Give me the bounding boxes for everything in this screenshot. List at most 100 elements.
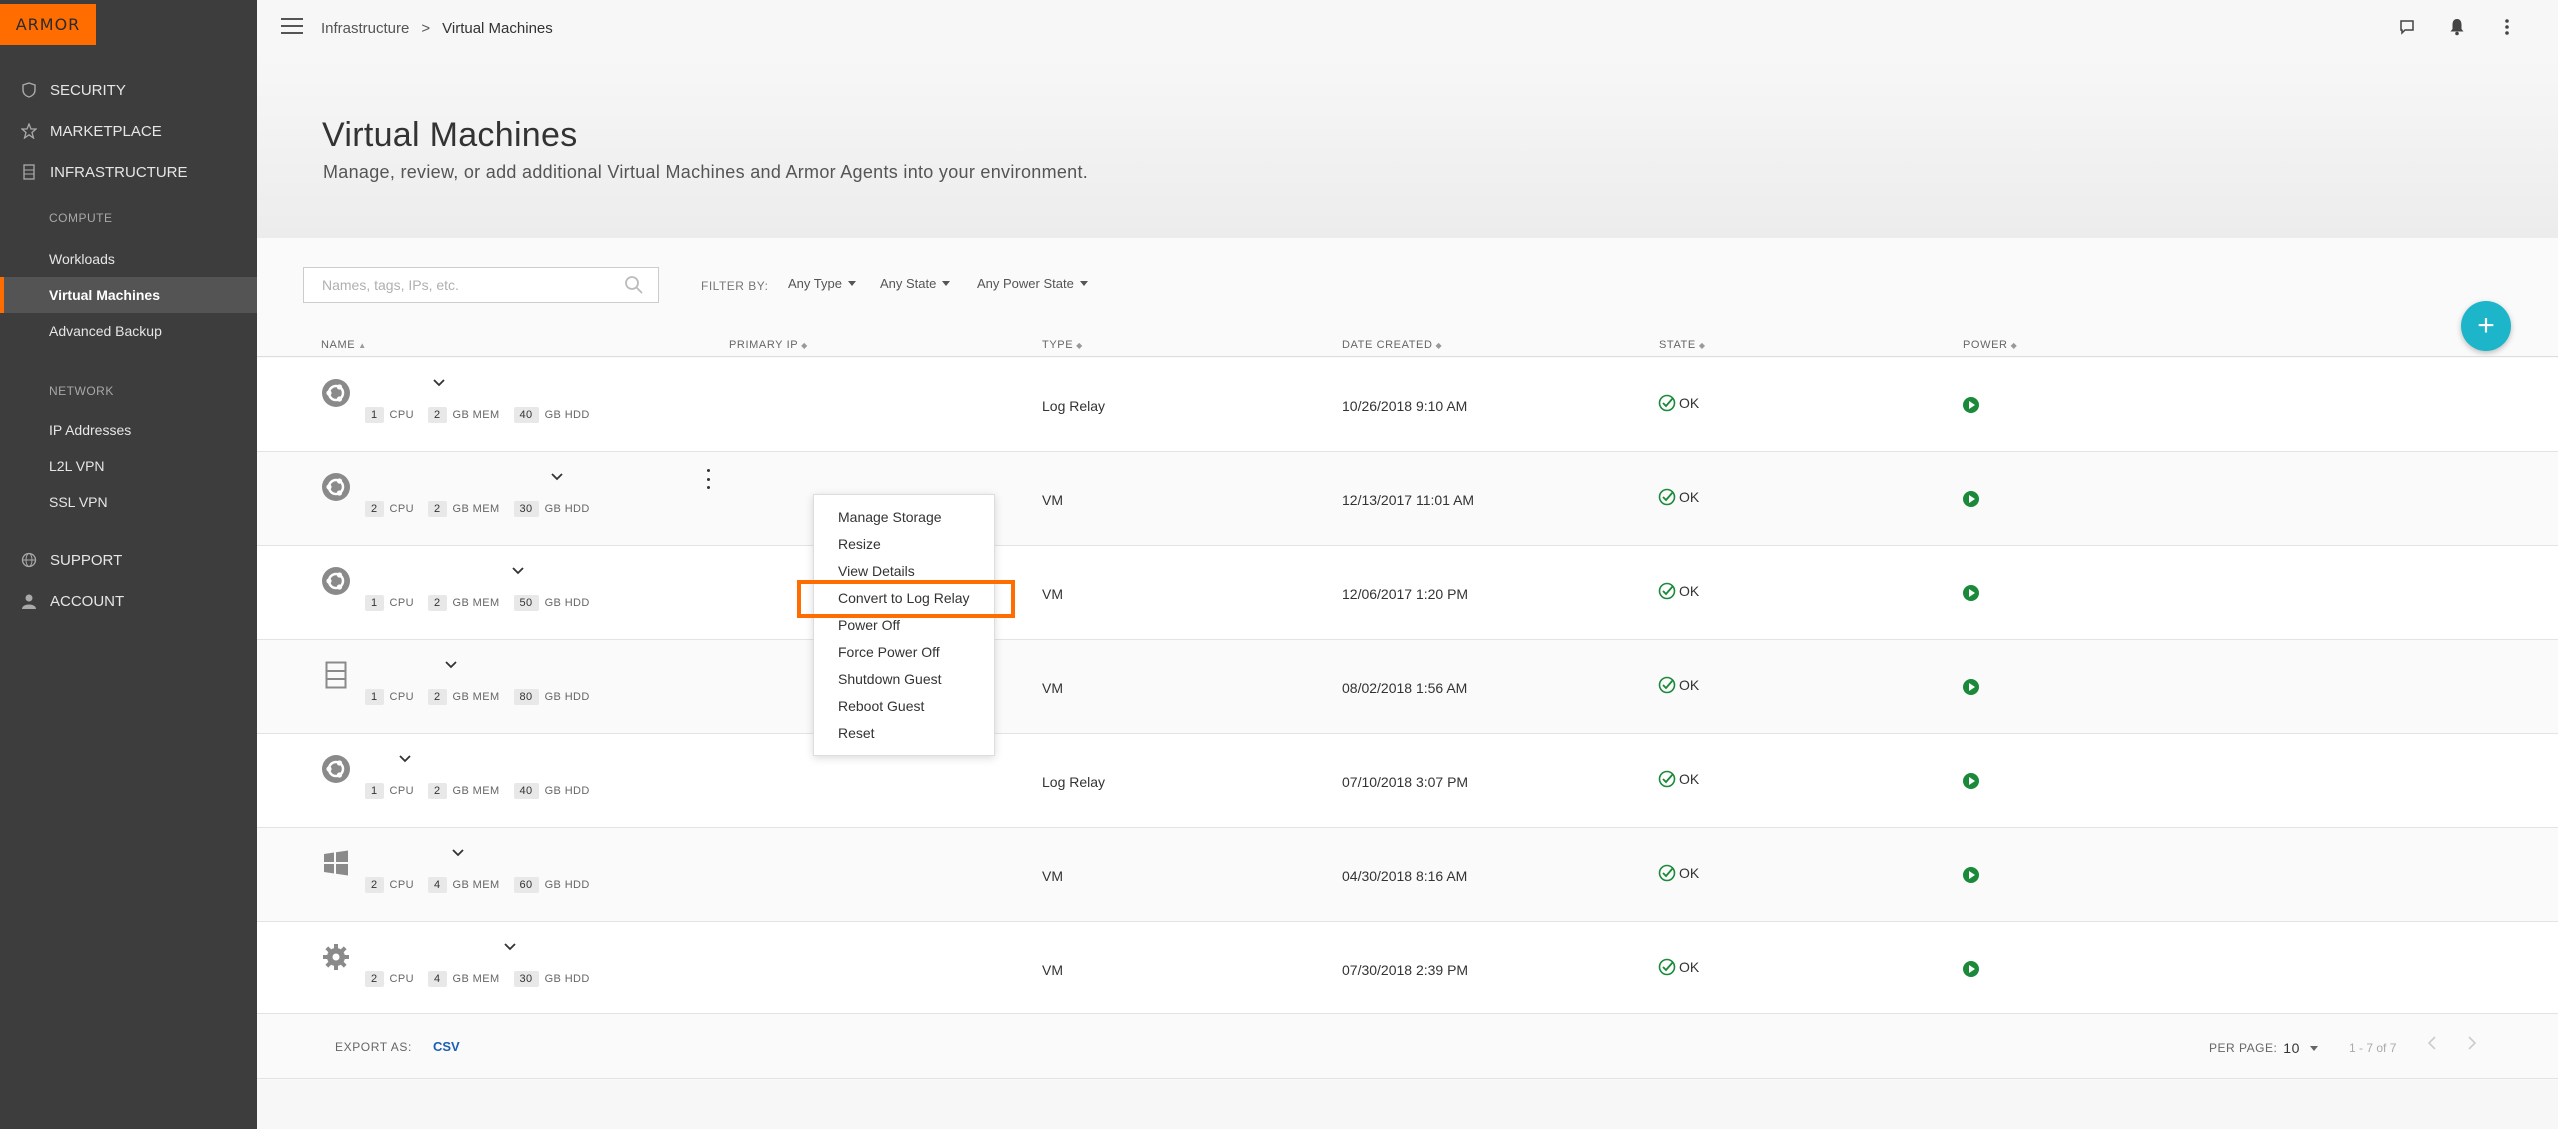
export-csv-link[interactable]: CSV xyxy=(433,1039,460,1054)
sidebar-item-account[interactable]: ACCOUNT xyxy=(0,583,257,619)
menu-item-resize[interactable]: Resize xyxy=(838,536,881,552)
column-primary-ip[interactable]: PRIMARY IP ◆ xyxy=(729,339,808,351)
power-on-icon[interactable] xyxy=(1963,773,1979,789)
vm-date-created: 07/30/2018 2:39 PM xyxy=(1342,962,1469,978)
hdd-label: GB HDD xyxy=(544,973,590,985)
column-power[interactable]: POWER ◆ xyxy=(1963,339,2017,351)
menu-item-reset[interactable]: Reset xyxy=(838,725,875,741)
row-actions-kebab-icon[interactable] xyxy=(703,469,713,489)
column-state[interactable]: STATE ◆ xyxy=(1659,339,1706,351)
power-on-icon[interactable] xyxy=(1963,397,1979,413)
vm-specs: 2 CPU 4 GB MEM 30 GB HDD xyxy=(365,971,604,987)
sidebar-item-support[interactable]: SUPPORT xyxy=(0,542,257,578)
per-page-label: PER PAGE: xyxy=(2209,1041,2278,1055)
menu-item-manage-storage[interactable]: Manage Storage xyxy=(838,509,942,525)
sidebar-item-label: Virtual Machines xyxy=(49,287,161,303)
table-row[interactable]: 2 CPU 2 GB MEM 30 GB HDD VM 12/13/2017 11:0… xyxy=(257,452,2558,546)
filter-power-dropdown[interactable]: Any Power State xyxy=(977,276,1088,291)
mem-label: GB MEM xyxy=(452,597,500,609)
cpu-count: 1 xyxy=(365,595,384,611)
table-row[interactable]: 1 CPU 2 GB MEM 40 GB HDD Log Relay 10/26/20… xyxy=(257,358,2558,452)
ubuntu-icon xyxy=(321,472,351,502)
table-row[interactable]: 1 CPU 2 GB MEM 50 GB HDD VM 12/06/2017 1:20… xyxy=(257,546,2558,640)
hamburger-menu-icon[interactable] xyxy=(281,18,303,36)
power-on-icon[interactable] xyxy=(1963,491,1979,507)
cpu-count: 1 xyxy=(365,689,384,705)
more-vertical-icon[interactable] xyxy=(2496,16,2518,38)
prev-page-icon[interactable] xyxy=(2427,1036,2443,1052)
chevron-down-icon[interactable] xyxy=(444,660,458,670)
chevron-down-icon[interactable] xyxy=(550,472,564,482)
menu-item-view-details[interactable]: View Details xyxy=(838,563,915,579)
vm-date-created: 12/06/2017 1:20 PM xyxy=(1342,586,1469,602)
cpu-label: CPU xyxy=(389,785,414,797)
table-row[interactable]: 1 CPU 2 GB MEM 40 GB HDD Log Relay 07/10/20… xyxy=(257,734,2558,828)
chevron-down-icon[interactable] xyxy=(398,754,412,764)
menu-item-shutdown-guest[interactable]: Shutdown Guest xyxy=(838,671,942,687)
user-icon xyxy=(20,592,38,610)
main-area: Infrastructure > Virtual Machines Virtua… xyxy=(257,0,2558,1129)
mem-label: GB MEM xyxy=(452,409,500,421)
power-on-icon[interactable] xyxy=(1963,961,1979,977)
page-range: 1 - 7 of 7 xyxy=(2349,1041,2397,1055)
mem-count: 4 xyxy=(427,877,447,893)
column-label: PRIMARY IP xyxy=(729,339,799,351)
chat-icon[interactable] xyxy=(2396,16,2418,38)
chevron-down-icon[interactable] xyxy=(432,378,446,388)
sidebar-item-marketplace[interactable]: MARKETPLACE xyxy=(0,113,257,149)
table-header: NAME ▲ PRIMARY IP ◆ TYPE ◆ DATE CREATED ◆ ST… xyxy=(257,333,2558,357)
sidebar-item-label: INFRASTRUCTURE xyxy=(50,163,188,181)
sidebar-item-workloads[interactable]: Workloads xyxy=(0,241,257,277)
vm-specs: 1 CPU 2 GB MEM 40 GB HDD xyxy=(365,407,604,423)
menu-item-power-off[interactable]: Power Off xyxy=(838,617,900,633)
sidebar-item-label: L2L VPN xyxy=(49,458,105,474)
column-date-created[interactable]: DATE CREATED ◆ xyxy=(1342,339,1442,351)
search-input[interactable] xyxy=(322,277,612,293)
search-icon[interactable] xyxy=(624,275,644,300)
hdd-label: GB HDD xyxy=(544,409,590,421)
chevron-down-icon[interactable] xyxy=(511,566,525,576)
menu-item-force-power-off[interactable]: Force Power Off xyxy=(838,644,940,660)
table-row[interactable]: 2 CPU 4 GB MEM 60 GB HDD VM 04/30/2018 8:16… xyxy=(257,828,2558,922)
filter-type-dropdown[interactable]: Any Type xyxy=(788,276,856,291)
sidebar-item-l2l-vpn[interactable]: L2L VPN xyxy=(0,448,257,484)
shield-icon xyxy=(20,81,38,99)
next-page-icon[interactable] xyxy=(2467,1036,2483,1052)
filter-label: FILTER BY: xyxy=(701,279,769,293)
vm-state: OK xyxy=(1658,676,1699,694)
sidebar-item-ip-addresses[interactable]: IP Addresses xyxy=(0,412,257,448)
sidebar-item-infrastructure[interactable]: INFRASTRUCTURE xyxy=(0,154,257,190)
hdd-label: GB HDD xyxy=(544,597,590,609)
filter-state-dropdown[interactable]: Any State xyxy=(880,276,951,291)
power-on-icon[interactable] xyxy=(1963,867,1979,883)
sidebar-item-security[interactable]: SECURITY xyxy=(0,72,257,108)
cpu-label: CPU xyxy=(389,879,414,891)
mem-label: GB MEM xyxy=(452,691,500,703)
power-on-icon[interactable] xyxy=(1963,679,1979,695)
column-type[interactable]: TYPE ◆ xyxy=(1042,339,1083,351)
header-band xyxy=(257,58,2558,238)
mem-label: GB MEM xyxy=(452,503,500,515)
breadcrumb-infrastructure[interactable]: Infrastructure xyxy=(321,20,409,37)
bell-icon[interactable] xyxy=(2446,16,2468,38)
armor-logo[interactable]: ARMOR xyxy=(0,4,96,45)
caret-down-icon xyxy=(942,281,951,286)
state-label: OK xyxy=(1679,583,1700,599)
chevron-down-icon[interactable] xyxy=(451,848,465,858)
per-page-select[interactable]: PER PAGE: 10 xyxy=(2209,1040,2318,1056)
state-label: OK xyxy=(1679,771,1700,787)
sidebar-item-virtual-machines[interactable]: Virtual Machines xyxy=(0,277,257,313)
cpu-label: CPU xyxy=(389,503,414,515)
vm-type: Log Relay xyxy=(1042,774,1106,790)
table-row[interactable]: 1 CPU 2 GB MEM 80 GB HDD VM 08/02/2018 1:56… xyxy=(257,640,2558,734)
sidebar-item-ssl-vpn[interactable]: SSL VPN xyxy=(0,484,257,520)
chevron-down-icon[interactable] xyxy=(503,942,517,952)
state-label: OK xyxy=(1679,489,1700,505)
sort-icon: ◆ xyxy=(1076,341,1083,350)
menu-item-reboot-guest[interactable]: Reboot Guest xyxy=(838,698,924,714)
sidebar-item-advanced-backup[interactable]: Advanced Backup xyxy=(0,313,257,349)
power-on-icon[interactable] xyxy=(1963,585,1979,601)
table-row[interactable]: 2 CPU 4 GB MEM 30 GB HDD VM 07/30/2018 2:39… xyxy=(257,922,2558,1016)
column-name[interactable]: NAME ▲ xyxy=(321,339,367,351)
state-label: OK xyxy=(1679,395,1700,411)
